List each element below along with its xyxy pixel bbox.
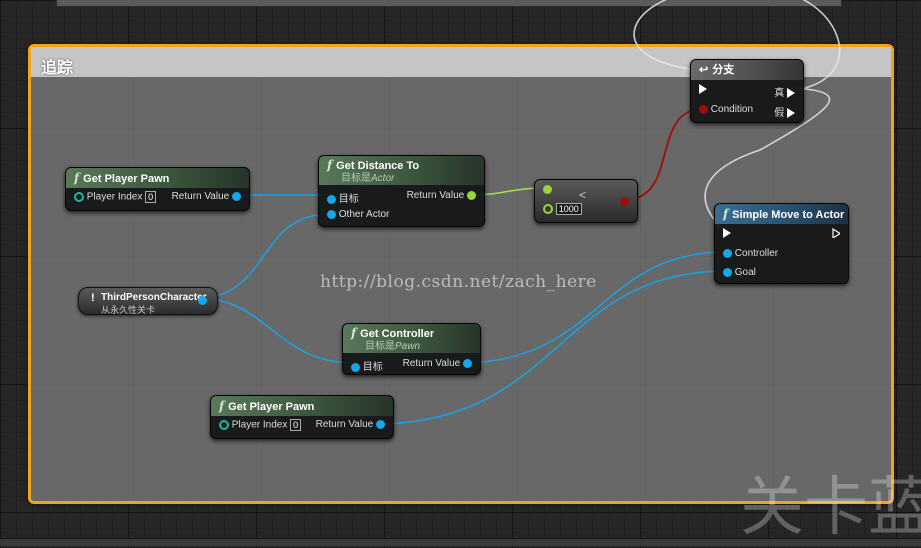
pin-label: 目标 [338, 194, 359, 205]
compare-input-a-pin[interactable] [543, 184, 552, 195]
node-header[interactable]: f Simple Move to Actor [715, 204, 848, 224]
node-header[interactable]: f Get Player Pawn [66, 168, 249, 188]
pin-label: Return Value [402, 358, 461, 369]
node-get-distance-to[interactable]: f Get Distance To 目标是Actor 目标 Other Actor… [318, 155, 485, 227]
node-header[interactable]: f Get Controller 目标是Pawn [343, 324, 480, 353]
other-actor-pin[interactable]: Other Actor [327, 209, 389, 220]
false-pin[interactable]: 假 [774, 104, 795, 119]
compare-output-pin[interactable] [620, 196, 629, 207]
condition-pin[interactable]: Condition [699, 104, 753, 115]
pin-label: 目标 [362, 362, 383, 373]
function-icon: f [723, 207, 729, 221]
goal-pin[interactable]: Goal [723, 267, 756, 278]
true-pin[interactable]: 真 [774, 84, 795, 99]
subtitle-prefix: 目标是 [341, 173, 371, 184]
branch-icon: ↩ [699, 64, 709, 76]
compare-value-field[interactable]: 1000 [555, 203, 582, 215]
float-pin-icon[interactable] [467, 190, 476, 200]
controller-pin[interactable]: Controller [723, 248, 778, 259]
wire-controller-to-move [465, 251, 727, 364]
variable-icon: ! [91, 292, 95, 304]
pin-label: Condition [710, 104, 754, 115]
pin-label: Goal [734, 267, 756, 278]
float-pin-icon[interactable] [543, 184, 552, 194]
return-value-pin[interactable]: Return Value [172, 191, 241, 202]
compare-input-b-pin[interactable]: 1000 [543, 203, 582, 215]
object-pin-icon[interactable] [723, 267, 732, 277]
node-subtitle: 目标是Actor [341, 171, 484, 187]
subtitle-target: Pawn [395, 341, 421, 352]
node-title: 分支 [712, 64, 735, 76]
int-pin-icon[interactable] [74, 192, 84, 202]
target-pin[interactable]: 目标 [351, 358, 383, 373]
exec-pin-icon[interactable] [723, 228, 731, 239]
return-value-pin[interactable]: Return Value [407, 190, 476, 201]
object-pin-icon[interactable] [351, 362, 360, 372]
function-icon: f [351, 326, 357, 340]
exec-wire-loop-top [633, 0, 691, 70]
exec-in-pin[interactable] [699, 84, 707, 95]
object-pin-icon[interactable] [327, 209, 336, 219]
object-pin-icon[interactable] [723, 248, 732, 258]
object-pin-icon[interactable] [376, 419, 385, 429]
node-simple-move-to-actor[interactable]: f Simple Move to Actor Controller Goal [714, 203, 849, 284]
float-pin-icon[interactable] [543, 204, 553, 214]
corner-watermark: 关卡蓝 [740, 471, 921, 545]
node-get-player-pawn[interactable]: f Get Player Pawn Player Index 0 Return V… [65, 167, 250, 211]
exec-pin-icon[interactable] [787, 108, 795, 119]
exec-in-pin[interactable] [723, 228, 731, 239]
wire-char-to-controller-target [205, 297, 355, 364]
pin-label: 真 [774, 88, 785, 99]
node-title: Get Player Pawn [83, 173, 170, 185]
wire-char-to-other [205, 213, 331, 299]
pin-label: Other Actor [338, 209, 390, 220]
node-title: ThirdPersonCharacter [101, 292, 207, 303]
exec-pin-icon[interactable] [787, 88, 795, 99]
node-branch[interactable]: ↩ 分支 真 Condition 假 [690, 59, 804, 123]
operator-label: < [579, 188, 587, 202]
function-icon: f [219, 399, 225, 413]
watermark-url: http://blog.csdn.net/zach_here [320, 272, 597, 292]
node-get-player-pawn-2[interactable]: f Get Player Pawn Player Index 0 Return V… [210, 395, 394, 439]
bool-pin-icon[interactable] [620, 196, 629, 206]
return-value-pin[interactable]: Return Value [316, 419, 385, 430]
function-icon: f [74, 171, 80, 185]
object-pin-icon[interactable] [198, 296, 207, 305]
node-title: Get Player Pawn [228, 401, 315, 413]
subtitle-target: Actor [371, 173, 395, 184]
node-title: Simple Move to Actor [732, 209, 845, 221]
object-pin-icon[interactable] [327, 194, 336, 204]
return-value-pin[interactable]: Return Value [403, 358, 472, 369]
node-get-controller[interactable]: f Get Controller 目标是Pawn 目标 Return Value [342, 323, 481, 375]
pin-label: Player Index [231, 419, 288, 431]
subtitle-prefix: 目标是 [365, 341, 395, 352]
node-header[interactable]: f Get Player Pawn [211, 396, 393, 416]
exec-pin-icon[interactable] [832, 228, 840, 239]
node-third-person-character[interactable]: ! ThirdPersonCharacter 从永久性关卡 [78, 287, 218, 316]
pin-label: Player Index [86, 191, 143, 203]
pin-label: Return Value [171, 191, 230, 202]
object-pin-icon[interactable] [463, 358, 472, 368]
int-pin-icon[interactable] [219, 420, 229, 430]
pin-label: Return Value [406, 190, 465, 201]
node-header[interactable]: ↩ 分支 [691, 60, 803, 80]
node-header[interactable]: f Get Distance To 目标是Actor [319, 156, 484, 185]
node-less-than[interactable]: < 1000 [534, 179, 638, 223]
player-index-field[interactable]: 0 [145, 191, 157, 203]
player-index-pin[interactable]: Player Index 0 [74, 191, 157, 203]
node-subtitle: 从永久性关卡 [101, 306, 156, 316]
player-index-pin[interactable]: Player Index 0 [219, 419, 302, 431]
player-index-field[interactable]: 0 [290, 419, 302, 431]
pin-label: 假 [774, 108, 785, 119]
pin-label: Controller [734, 248, 779, 259]
exec-pin-icon[interactable] [699, 84, 707, 95]
object-pin-icon[interactable] [232, 191, 241, 201]
function-icon: f [327, 158, 333, 172]
node-subtitle: 目标是Pawn [365, 339, 480, 355]
target-pin[interactable]: 目标 [327, 190, 359, 205]
exec-out-pin[interactable] [832, 228, 840, 239]
pin-label: Return Value [315, 419, 374, 430]
bool-pin-icon[interactable] [699, 104, 708, 114]
